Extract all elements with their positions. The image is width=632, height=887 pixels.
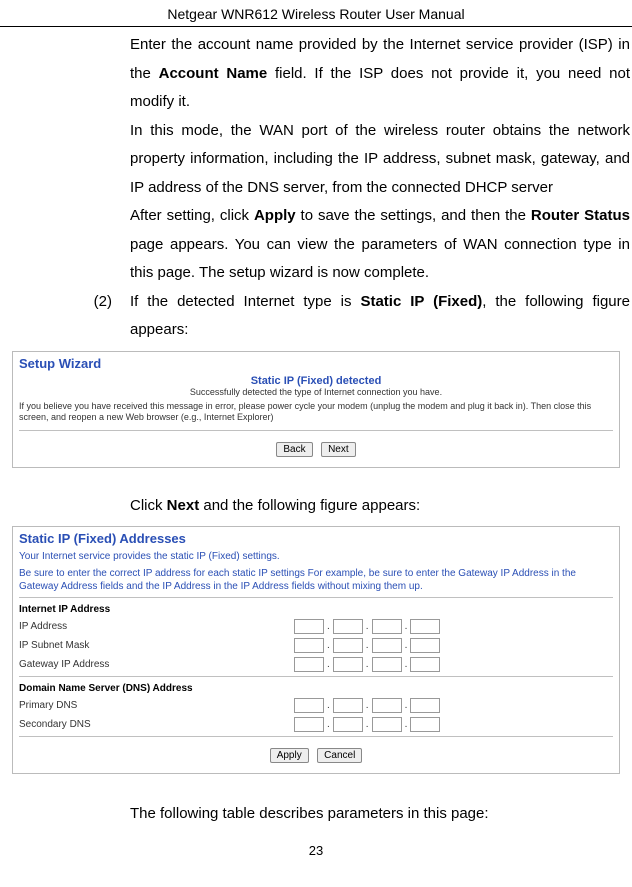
ip-octet-input[interactable] [372, 619, 402, 634]
wizard-title: Setup Wizard [13, 352, 619, 375]
text: and the following figure appears: [199, 497, 420, 514]
dot: . [404, 719, 409, 730]
ip-octet-input[interactable] [294, 717, 324, 732]
page-number: 23 [0, 829, 632, 858]
text: to save the settings, and then the [296, 207, 531, 224]
page-header: Netgear WNR612 Wireless Router User Manu… [0, 0, 632, 27]
label-primary-dns: Primary DNS [19, 700, 294, 711]
section-internet-ip: Internet IP Address [13, 600, 619, 617]
row-secondary-dns: Secondary DNS . . . [13, 715, 619, 734]
dot: . [365, 700, 370, 711]
label-gateway: Gateway IP Address [19, 659, 294, 670]
wizard-subtitle: Static IP (Fixed) detected [13, 375, 619, 387]
ip-octet-input[interactable] [333, 619, 363, 634]
ip-octet-input[interactable] [333, 717, 363, 732]
ip-octet-input[interactable] [372, 698, 402, 713]
divider [19, 430, 613, 431]
label-secondary-dns: Secondary DNS [19, 719, 294, 730]
dot: . [326, 640, 331, 651]
paragraph-account-name: Enter the account name provided by the I… [130, 31, 630, 117]
bold-account-name: Account Name [159, 65, 268, 82]
bold-next: Next [167, 497, 200, 514]
ip-octet-input[interactable] [333, 698, 363, 713]
cancel-button[interactable]: Cancel [317, 748, 362, 763]
static-ip-title: Static IP (Fixed) Addresses [13, 527, 619, 548]
ip-octet-input[interactable] [410, 717, 440, 732]
ip-octet-input[interactable] [372, 717, 402, 732]
ip-octet-input[interactable] [294, 657, 324, 672]
click-next-text: Click Next and the following figure appe… [130, 492, 630, 521]
next-button[interactable]: Next [321, 442, 356, 457]
dot: . [365, 621, 370, 632]
dot: . [404, 700, 409, 711]
bold-static-ip: Static IP (Fixed) [360, 293, 482, 310]
secondary-dns-input[interactable]: . . . [294, 717, 440, 732]
ip-octet-input[interactable] [294, 619, 324, 634]
text: Click [130, 497, 167, 514]
paragraph-apply: After setting, click Apply to save the s… [130, 202, 630, 288]
table-intro-text: The following table describes parameters… [130, 800, 630, 829]
apply-button[interactable]: Apply [270, 748, 309, 763]
divider [19, 597, 613, 598]
wizard-button-row: Back Next [13, 433, 619, 467]
primary-dns-input[interactable]: . . . [294, 698, 440, 713]
paragraph-wan-mode: In this mode, the WAN port of the wirele… [130, 117, 630, 203]
dot: . [365, 659, 370, 670]
ip-octet-input[interactable] [410, 638, 440, 653]
ip-octet-input[interactable] [372, 657, 402, 672]
divider [19, 676, 613, 677]
ip-octet-input[interactable] [333, 638, 363, 653]
text: If the detected Internet type is [130, 293, 360, 310]
bold-apply: Apply [254, 207, 296, 224]
form-button-row: Apply Cancel [13, 739, 619, 773]
dot: . [326, 621, 331, 632]
row-gateway: Gateway IP Address . . . [13, 655, 619, 674]
list-number: (2) [0, 288, 130, 345]
wizard-instructions: If you believe you have received this me… [13, 399, 619, 428]
ip-octet-input[interactable] [294, 698, 324, 713]
ip-octet-input[interactable] [372, 638, 402, 653]
label-ip-address: IP Address [19, 621, 294, 632]
divider [19, 736, 613, 737]
ip-octet-input[interactable] [410, 657, 440, 672]
ip-octet-input[interactable] [410, 698, 440, 713]
dot: . [365, 640, 370, 651]
ip-octet-input[interactable] [294, 638, 324, 653]
static-ip-para2: Be sure to enter the correct IP address … [13, 565, 619, 595]
dot: . [404, 621, 409, 632]
dot: . [326, 659, 331, 670]
dot: . [326, 719, 331, 730]
static-ip-para1: Your Internet service provides the stati… [13, 548, 619, 565]
dot: . [404, 640, 409, 651]
subnet-mask-input[interactable]: . . . [294, 638, 440, 653]
bold-router-status: Router Status [531, 207, 630, 224]
row-subnet-mask: IP Subnet Mask . . . [13, 636, 619, 655]
text: page appears. You can view the parameter… [130, 236, 630, 282]
ip-octet-input[interactable] [410, 619, 440, 634]
dot: . [404, 659, 409, 670]
ip-address-input[interactable]: . . . [294, 619, 440, 634]
back-button[interactable]: Back [276, 442, 312, 457]
static-ip-form-screenshot: Static IP (Fixed) Addresses Your Interne… [12, 526, 620, 774]
gateway-input[interactable]: . . . [294, 657, 440, 672]
row-primary-dns: Primary DNS . . . [13, 696, 619, 715]
setup-wizard-screenshot: Setup Wizard Static IP (Fixed) detected … [12, 351, 620, 468]
dot: . [365, 719, 370, 730]
text: After setting, click [130, 207, 254, 224]
section-dns: Domain Name Server (DNS) Address [13, 679, 619, 696]
dot: . [326, 700, 331, 711]
wizard-detected-text: Successfully detected the type of Intern… [13, 387, 619, 399]
list-item-2: (2) If the detected Internet type is Sta… [0, 288, 630, 345]
ip-octet-input[interactable] [333, 657, 363, 672]
row-ip-address: IP Address . . . [13, 617, 619, 636]
list-text: If the detected Internet type is Static … [130, 288, 630, 345]
label-subnet-mask: IP Subnet Mask [19, 640, 294, 651]
